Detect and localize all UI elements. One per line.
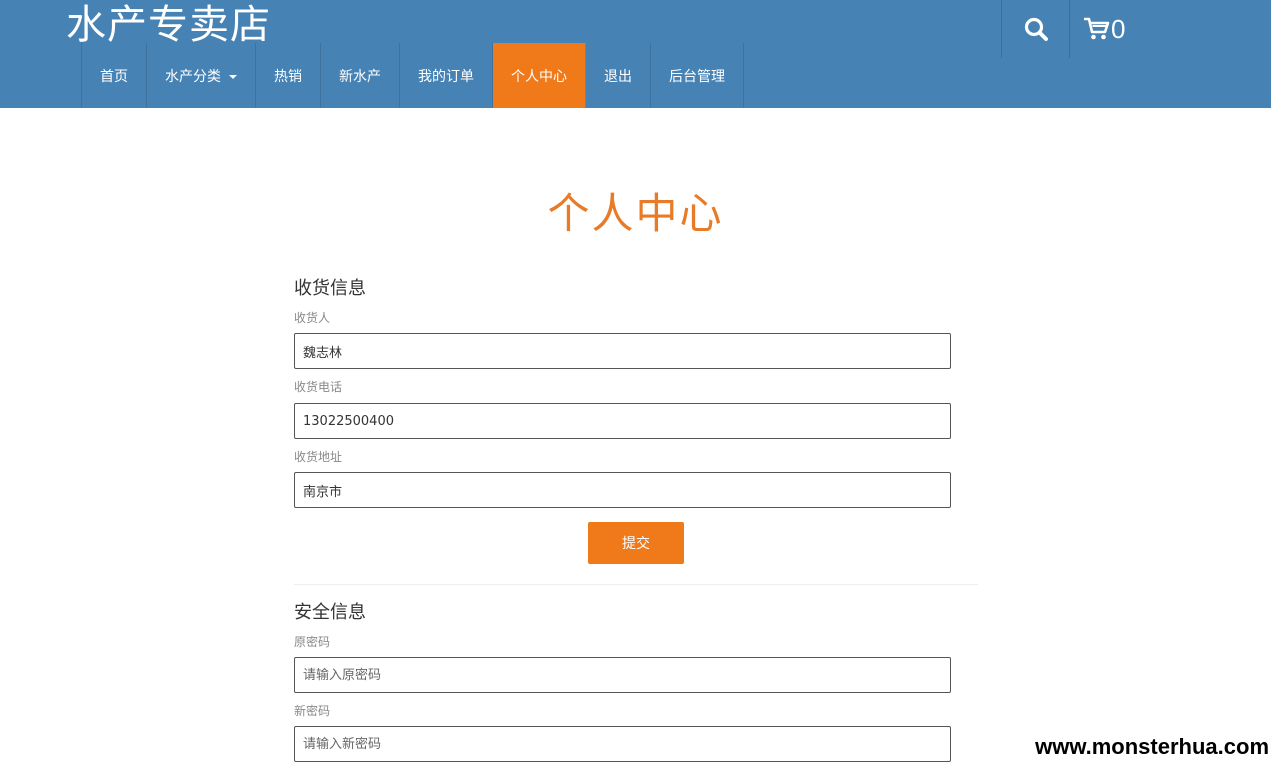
recipient-input[interactable] (294, 333, 951, 369)
site-header: 水产专卖店 0 首页 水产分类 热销 新水产 我的订单 个人中心 退出 后台管理 (0, 0, 1271, 108)
submit-button[interactable]: 提交 (588, 522, 684, 564)
nav-item-home[interactable]: 首页 (82, 43, 147, 108)
nav-label: 我的订单 (418, 68, 474, 85)
cart-count: 0 (1111, 14, 1126, 44)
new-password-input[interactable] (294, 726, 951, 762)
nav-label: 热销 (274, 68, 302, 85)
site-title[interactable]: 水产专卖店 (66, 2, 271, 48)
nav-item-hot[interactable]: 热销 (256, 43, 321, 108)
nav-item-logout[interactable]: 退出 (586, 43, 651, 108)
address-label: 收货地址 (294, 450, 343, 464)
security-section-title: 安全信息 (294, 602, 366, 623)
nav-item-categories[interactable]: 水产分类 (147, 43, 256, 108)
nav-label: 退出 (604, 68, 632, 85)
phone-input[interactable] (294, 403, 951, 439)
recipient-label: 收货人 (294, 311, 331, 325)
nav-label: 新水产 (339, 68, 381, 85)
nav-label: 后台管理 (669, 68, 725, 85)
nav-item-profile[interactable]: 个人中心 (493, 43, 586, 108)
cart-icon (1084, 17, 1110, 40)
old-password-label: 原密码 (294, 635, 331, 649)
address-input[interactable] (294, 472, 951, 508)
nav-item-admin[interactable]: 后台管理 (651, 43, 744, 108)
nav-label: 首页 (100, 68, 128, 85)
phone-label: 收货电话 (294, 380, 343, 394)
search-button[interactable] (1002, 0, 1070, 58)
section-divider (294, 584, 978, 585)
old-password-input[interactable] (294, 657, 951, 693)
caret-down-icon (229, 74, 237, 79)
nav-label: 水产分类 (165, 68, 221, 85)
cart-button[interactable]: 0 (1070, 0, 1150, 58)
nav-label: 个人中心 (511, 68, 567, 85)
nav-item-new[interactable]: 新水产 (321, 43, 400, 108)
shipping-section-title: 收货信息 (294, 278, 366, 299)
main-nav: 首页 水产分类 热销 新水产 我的订单 个人中心 退出 后台管理 (81, 43, 744, 108)
search-icon (1024, 17, 1048, 41)
header-tools: 0 (1001, 0, 1150, 58)
watermark: www.monsterhua.com (1004, 727, 1271, 767)
page-title: 个人中心 (547, 189, 724, 238)
nav-item-orders[interactable]: 我的订单 (400, 43, 493, 108)
new-password-label: 新密码 (294, 704, 331, 718)
